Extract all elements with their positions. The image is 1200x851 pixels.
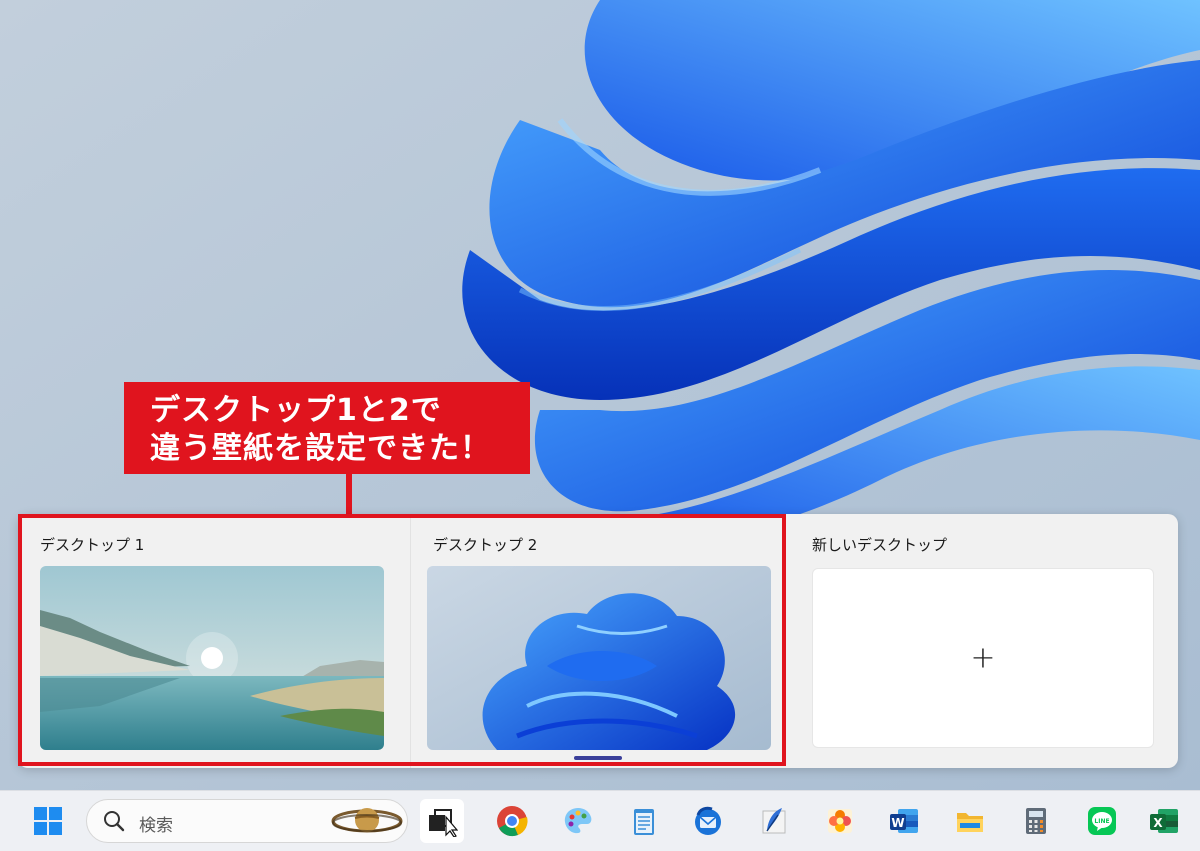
thunderbird-button[interactable] xyxy=(686,799,730,843)
desktop-2-label: デスクトップ 2 xyxy=(433,536,538,554)
new-desktop-label: 新しいデスクトップ xyxy=(812,536,948,554)
chrome-button[interactable] xyxy=(490,799,534,843)
task-view-icon xyxy=(429,809,458,837)
notepad-icon xyxy=(634,809,654,835)
desktop-2-card[interactable]: デスクトップ 2 xyxy=(410,514,789,768)
task-view-button[interactable] xyxy=(420,799,464,843)
start-button[interactable] xyxy=(26,799,70,843)
calculator-button[interactable] xyxy=(1014,799,1058,843)
paint-button[interactable] xyxy=(556,799,600,843)
new-desktop-card[interactable]: 新しいデスクトップ + xyxy=(790,514,1178,768)
flower-app-button[interactable] xyxy=(818,799,862,843)
search-icon xyxy=(104,811,125,832)
flower-app-icon xyxy=(828,809,852,833)
notepad-button[interactable] xyxy=(622,799,666,843)
word-button[interactable]: W xyxy=(882,799,926,843)
feather-app-button[interactable] xyxy=(752,799,796,843)
thunderbird-icon xyxy=(695,806,721,835)
feather-icon xyxy=(762,808,786,834)
search-box[interactable]: 検索 xyxy=(86,799,408,843)
line-button[interactable]: LINE xyxy=(1080,799,1124,843)
search-placeholder: 検索 xyxy=(139,816,173,836)
svg-text:X: X xyxy=(1153,816,1163,830)
taskbar: 検索 W LINE X xyxy=(0,790,1200,851)
desktop-2-thumbnail[interactable] xyxy=(427,566,771,750)
task-view-panel: デスクトップ 1 デスクトップ 2 新しいデスクトップ + xyxy=(18,514,1178,768)
chrome-icon xyxy=(497,806,528,837)
paint-icon xyxy=(564,808,592,834)
svg-text:LINE: LINE xyxy=(1094,818,1109,825)
start-icon xyxy=(34,807,62,835)
excel-icon: X xyxy=(1150,809,1178,833)
new-desktop-button[interactable]: + xyxy=(812,568,1154,748)
desktop-1-label: デスクトップ 1 xyxy=(40,536,145,554)
file-explorer-icon xyxy=(957,813,983,832)
callout-line-2: 違う壁紙を設定できた！ xyxy=(150,431,491,466)
task-view-scroll-indicator xyxy=(574,756,622,760)
file-explorer-button[interactable] xyxy=(948,799,992,843)
annotation-callout: デスクトップ1と2で 違う壁紙を設定できた！ xyxy=(124,382,530,474)
svg-text:W: W xyxy=(891,816,904,830)
desktop-1-card[interactable]: デスクトップ 1 xyxy=(18,514,408,768)
excel-button[interactable]: X xyxy=(1142,799,1186,843)
search-highlight-saturn-icon xyxy=(331,808,403,833)
callout-line-1: デスクトップ1と2で xyxy=(150,393,442,428)
callout-connector xyxy=(346,474,352,516)
plus-icon: + xyxy=(970,640,996,676)
calculator-icon xyxy=(1026,808,1046,834)
word-icon: W xyxy=(890,809,918,833)
desktop-1-thumbnail[interactable] xyxy=(40,566,384,750)
line-icon: LINE xyxy=(1088,807,1116,835)
